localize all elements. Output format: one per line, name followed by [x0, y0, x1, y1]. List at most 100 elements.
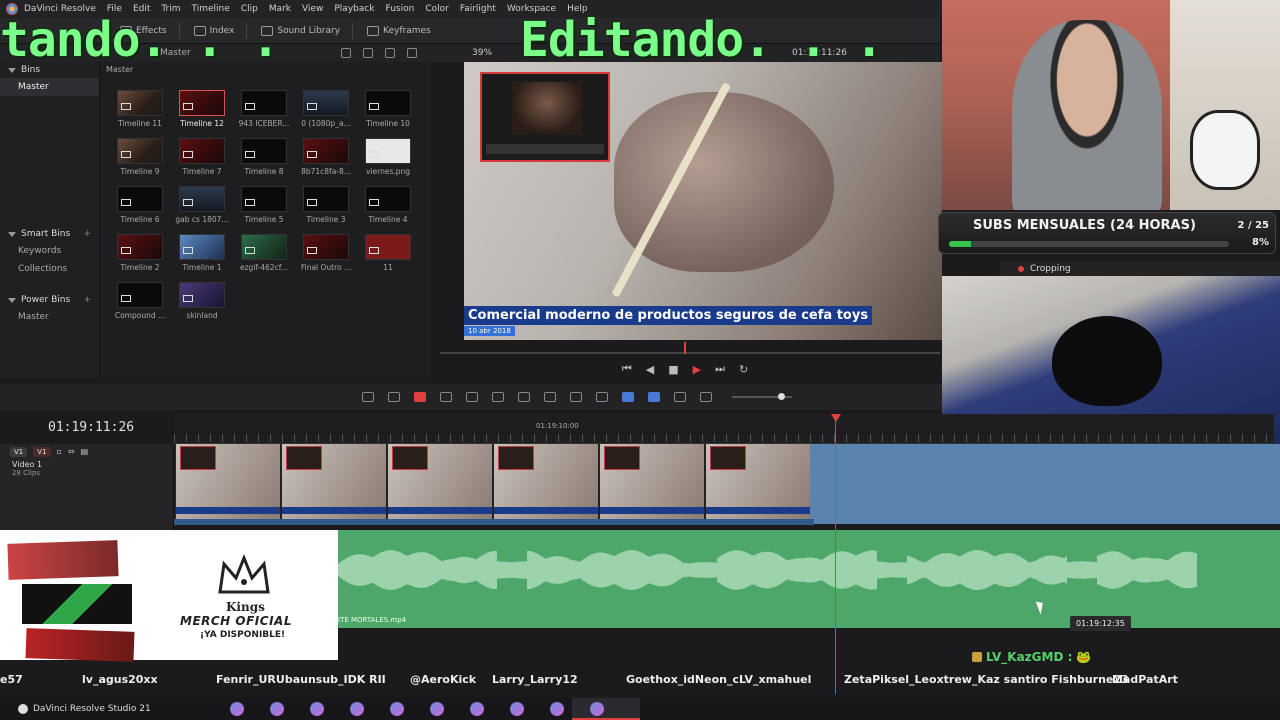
search-icon[interactable] — [362, 48, 373, 58]
resolve-taskbar-icon — [18, 704, 28, 714]
clip-pip-thumb — [604, 446, 640, 470]
zoom-fit-icon[interactable] — [674, 392, 686, 402]
media-clip-thumb[interactable]: Compound ... — [108, 282, 172, 320]
auto-select-icon[interactable]: ⇔ — [68, 447, 75, 457]
keyframes-button[interactable]: Keyframes — [367, 25, 431, 36]
more-options-icon[interactable] — [406, 48, 417, 58]
video-viewer[interactable]: Comercial moderno de productos seguros d… — [464, 62, 942, 340]
taskbar-app[interactable]: DaVinci Resolve Studio 21 — [18, 704, 151, 714]
add-smart-bin-icon[interactable]: + — [83, 229, 91, 239]
step-back-icon[interactable]: ◀ — [646, 363, 654, 376]
stop-icon[interactable]: ■ — [668, 363, 678, 376]
snapping-icon[interactable] — [544, 392, 556, 402]
lock-icon[interactable]: ▫ — [57, 447, 62, 457]
lock-icon[interactable] — [596, 392, 608, 402]
skip-end-icon[interactable]: ⏭ — [715, 362, 725, 376]
video-clip[interactable] — [704, 444, 810, 520]
trim-tool-icon[interactable] — [388, 392, 400, 402]
media-clip-thumb[interactable]: viernes.png — [356, 138, 420, 176]
media-clip-thumb[interactable]: gab cs 1807... — [170, 186, 234, 224]
list-view-icon[interactable] — [340, 48, 351, 58]
blade-tool-icon[interactable] — [414, 392, 426, 402]
media-clip-thumb[interactable]: 943 ICEBER... — [232, 90, 296, 128]
screen-root: DaVinci Resolve File Edit Trim Timeline … — [0, 0, 1280, 720]
viewer-zoom[interactable]: 39% — [472, 48, 492, 58]
menu-fusion[interactable]: Fusion — [386, 4, 415, 14]
selection-tool-icon[interactable] — [362, 392, 374, 402]
media-clip-thumb[interactable]: ezgif-462cf... — [232, 234, 296, 272]
media-clip-thumb[interactable]: Timeline 3 — [294, 186, 358, 224]
link-icon[interactable] — [570, 392, 582, 402]
clip-name: viernes.png — [365, 167, 411, 176]
media-clip-thumb[interactable]: Timeline 7 — [170, 138, 234, 176]
subs-goal-widget: SUBS MENSUALES (24 HORAS) 2 / 25 8% — [938, 212, 1276, 254]
bin-item-keywords[interactable]: Keywords — [0, 242, 99, 260]
overwrite-clip-icon[interactable] — [492, 392, 504, 402]
media-clip-thumb[interactable]: Timeline 11 — [108, 90, 172, 128]
media-clip-thumb[interactable]: Timeline 10 — [356, 90, 420, 128]
track-v1-source[interactable]: V1 — [10, 447, 28, 457]
bin-item-collections[interactable]: Collections — [0, 260, 99, 278]
timeline-clip-icon — [183, 247, 193, 254]
media-clip-thumb[interactable]: Timeline 8 — [232, 138, 296, 176]
zoom-icon[interactable] — [700, 392, 712, 402]
film-icon[interactable]: ▤ — [81, 447, 89, 457]
audio-track-1[interactable]: ITE MORTALES.mp4 — [174, 530, 1280, 628]
scrubber-track — [440, 352, 940, 354]
media-clip-thumb[interactable]: 11 — [356, 234, 420, 272]
media-clip-thumb[interactable]: Timeline 9 — [108, 138, 172, 176]
media-clip-thumb[interactable]: Timeline 1 — [170, 234, 234, 272]
media-clip-thumb[interactable]: Timeline 6 — [108, 186, 172, 224]
insert-clip-icon[interactable] — [466, 392, 478, 402]
sort-icon[interactable] — [384, 48, 395, 58]
video-clip[interactable] — [174, 444, 280, 520]
clip-name: Timeline 10 — [366, 119, 410, 128]
media-clip-thumb[interactable]: skinland — [170, 282, 234, 320]
menu-playback[interactable]: Playback — [334, 4, 374, 14]
menu-view[interactable]: View — [302, 4, 323, 14]
timeline-clip-icon — [183, 151, 193, 158]
timeline-zoom-slider[interactable] — [732, 393, 792, 400]
timeline-playhead[interactable] — [835, 414, 836, 694]
dynamic-trim-icon[interactable] — [440, 392, 452, 402]
clip-caption-thumb — [388, 507, 492, 514]
track-v1-dest[interactable]: V1 — [33, 447, 51, 457]
emote-icon — [590, 702, 604, 716]
flag-icon[interactable] — [622, 392, 634, 402]
add-power-bin-icon[interactable]: + — [83, 295, 91, 305]
play-icon[interactable]: ▶ — [693, 363, 701, 376]
video-clip[interactable] — [280, 444, 386, 520]
media-clip-thumb[interactable]: Timeline 5 — [232, 186, 296, 224]
media-clip-thumb[interactable]: Final Outro ... — [294, 234, 358, 272]
smart-bins-section[interactable]: Smart Bins + — [0, 226, 99, 242]
timeline-ruler[interactable]: 01:19:10:00 — [174, 414, 1274, 444]
clip-thumbnail — [241, 234, 287, 260]
video-clip[interactable] — [598, 444, 704, 520]
media-clip-thumb[interactable]: Timeline 2 — [108, 234, 172, 272]
playhead-marker-icon[interactable] — [831, 414, 841, 422]
loop-icon[interactable]: ↻ — [739, 363, 748, 376]
replace-clip-icon[interactable] — [518, 392, 530, 402]
menu-fairlight[interactable]: Fairlight — [460, 4, 496, 14]
video-track-1[interactable] — [174, 444, 1280, 524]
bin-item-master[interactable]: Master — [0, 78, 99, 96]
zoom-knob[interactable] — [778, 393, 785, 400]
menu-color[interactable]: Color — [425, 4, 449, 14]
media-clip-thumb[interactable]: 0 (1080p_a... — [294, 90, 358, 128]
bin-item-power-master[interactable]: Master — [0, 308, 99, 326]
chat-highlight: LV_KazGMD : 🐸 — [972, 650, 1091, 664]
media-clip-thumb[interactable]: Timeline 4 — [356, 186, 420, 224]
cat-sticker — [1190, 110, 1260, 190]
skip-start-icon[interactable]: ⏮ — [622, 362, 632, 376]
power-bins-section[interactable]: Power Bins + — [0, 292, 99, 308]
media-clip-thumb[interactable]: Timeline 12 — [170, 90, 234, 128]
video-clip[interactable] — [386, 444, 492, 520]
viewer-scrubber[interactable] — [440, 342, 940, 356]
marker-icon[interactable] — [648, 392, 660, 402]
scrubber-playhead[interactable] — [684, 342, 686, 354]
taskbar-emotes — [230, 702, 604, 716]
clip-thumbnail — [117, 186, 163, 212]
media-clip-thumb[interactable]: 8b71c8fa-8... — [294, 138, 358, 176]
timeline-clip-icon — [245, 151, 255, 158]
video-clip[interactable] — [492, 444, 598, 520]
